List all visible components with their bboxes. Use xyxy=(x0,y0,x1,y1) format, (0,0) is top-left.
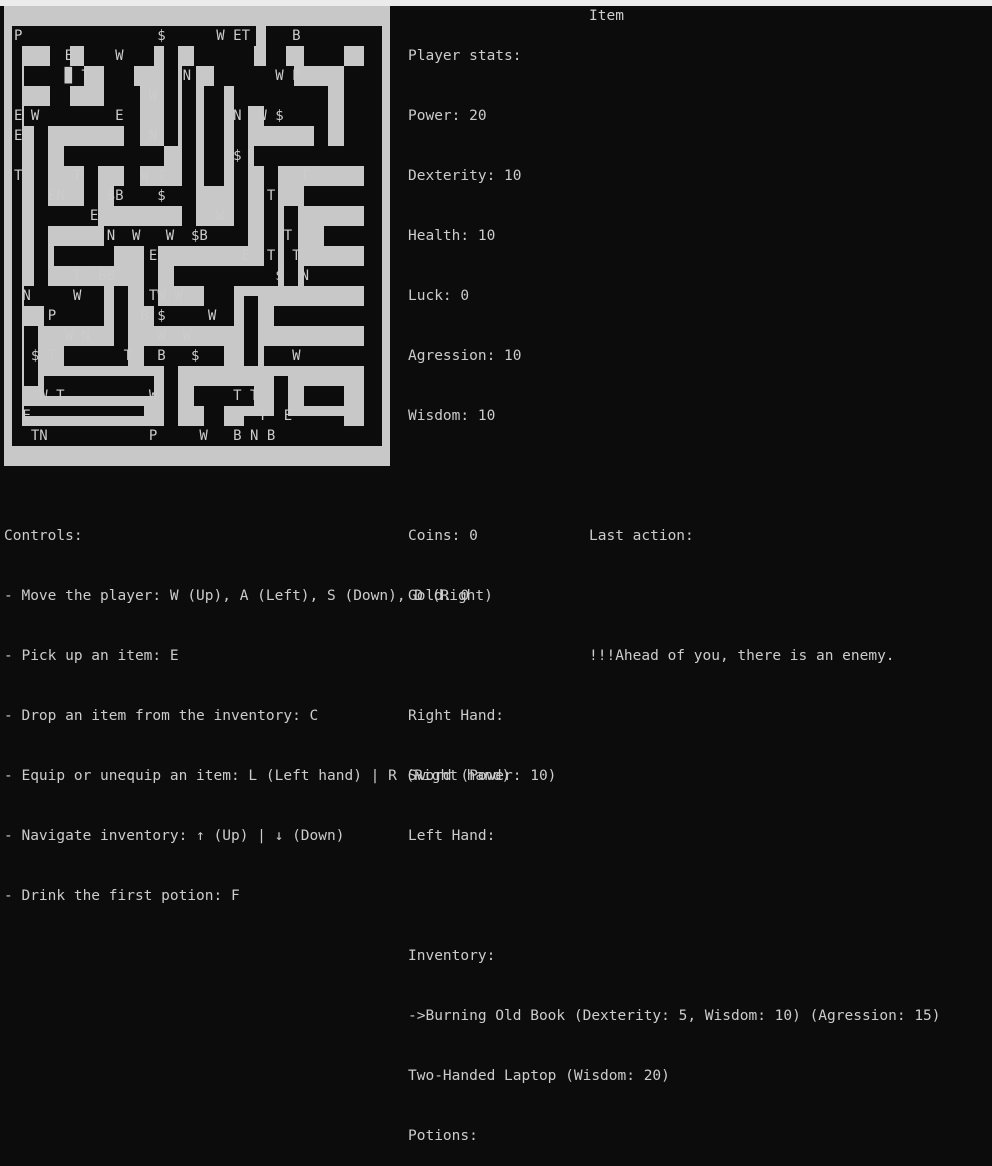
control-navigate: - Navigate inventory: ↑ (Up) | ↓ (Down) xyxy=(4,828,345,844)
control-pickup: - Pick up an item: E xyxy=(4,648,179,664)
stat-agression: Agression: 10 xyxy=(408,348,522,364)
inventory-item-selected: ->Burning Old Book (Dexterity: 5, Wisdom… xyxy=(408,1008,941,1024)
maze-row: E N xyxy=(14,128,158,144)
maze-row: W N W W xyxy=(14,328,192,344)
last-action-message: !!!Ahead of you, there is an enemy. xyxy=(589,648,895,664)
control-drop: - Drop an item from the inventory: C xyxy=(4,708,319,724)
maze-map: P $ W ET B E W ▉ T N W P W E W E N W $ E… xyxy=(4,6,390,466)
last-action-panel: Last action: !!!Ahead of you, there is a… xyxy=(589,486,895,686)
maze-row: P $ W ET B xyxy=(14,28,301,44)
player-stats-heading: Player stats: xyxy=(408,48,522,64)
potions-label: Potions: xyxy=(408,1128,478,1144)
control-drink: - Drink the first potion: F xyxy=(4,888,240,904)
maze-row: E T E xyxy=(14,408,293,424)
stat-luck: Luck: 0 xyxy=(408,288,470,304)
maze-row: $ T T B $ W xyxy=(14,348,301,364)
maze-row: E W E N W $ xyxy=(14,108,284,124)
inventory-item: Two-Handed Laptop (Wisdom: 20) xyxy=(408,1068,670,1084)
maze-row: TN P W B N B xyxy=(14,428,276,444)
controls-title: Controls: xyxy=(4,528,83,544)
maze-row: E W xyxy=(14,208,225,224)
maze-row: W T W T T xyxy=(14,388,259,404)
stat-dexterity: Dexterity: 10 xyxy=(408,168,522,184)
inventory-label: Inventory: xyxy=(408,948,496,964)
maze-row: W xyxy=(14,88,158,104)
controls-panel: Controls: - Move the player: W (Up), A (… xyxy=(4,486,510,926)
maze-row: $ xyxy=(14,148,242,164)
maze-row: EN $B $ T xyxy=(14,188,276,204)
last-action-title: Last action: xyxy=(589,528,694,544)
maze-row: E E T T xyxy=(14,248,301,264)
maze-row: T BB $ N xyxy=(14,268,310,284)
stat-power: Power: 20 xyxy=(408,108,487,124)
maze-row: N W TW W xyxy=(14,288,183,304)
maze-row: N W W $B T xyxy=(14,228,293,244)
item-heading: Item xyxy=(589,8,624,24)
maze-row: E W xyxy=(14,48,124,64)
stat-wisdom: Wisdom: 10 xyxy=(408,408,496,424)
maze-row: T T W T T xyxy=(14,168,310,184)
control-equip: - Equip or unequip an item: L (Left hand… xyxy=(4,768,511,784)
maze-row: P B $ W xyxy=(14,308,217,324)
maze-row: ▉ T N W P xyxy=(14,68,301,84)
stat-health: Health: 10 xyxy=(408,228,496,244)
control-move: - Move the player: W (Up), A (Left), S (… xyxy=(4,588,493,604)
